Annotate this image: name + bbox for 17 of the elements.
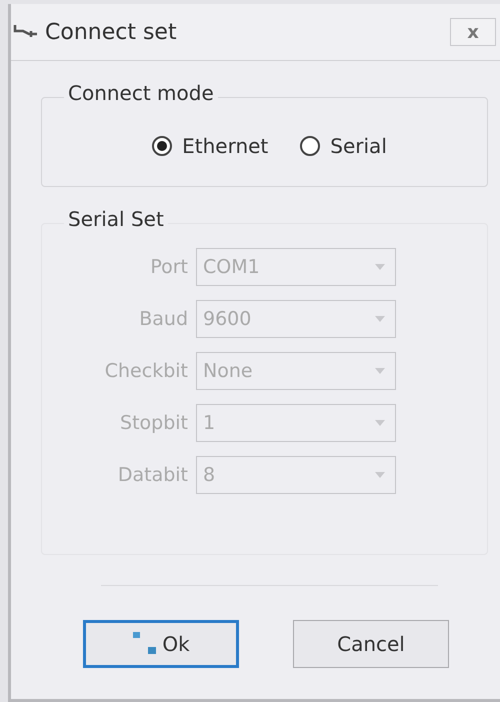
- caret-icon: [375, 316, 385, 322]
- radio-option[interactable]: Ethernet: [152, 134, 268, 158]
- caret-icon: [375, 368, 385, 374]
- field-label: Stopbit: [119, 412, 188, 434]
- ok-button[interactable]: Ok: [83, 620, 239, 668]
- field-label: Checkbit: [104, 360, 188, 382]
- close-button[interactable]: x: [450, 18, 496, 46]
- field-label: Port: [149, 256, 188, 278]
- caret-icon: [375, 420, 385, 426]
- radio-option[interactable]: Serial: [300, 134, 387, 158]
- field-label: Baud: [138, 308, 188, 330]
- cancel-button[interactable]: Cancel: [293, 620, 449, 668]
- field-label: Databit: [116, 464, 188, 486]
- network-icon: [132, 631, 158, 657]
- window-title: Connect set: [45, 20, 178, 44]
- caret-icon: [375, 472, 385, 478]
- caret-icon: [375, 264, 385, 270]
